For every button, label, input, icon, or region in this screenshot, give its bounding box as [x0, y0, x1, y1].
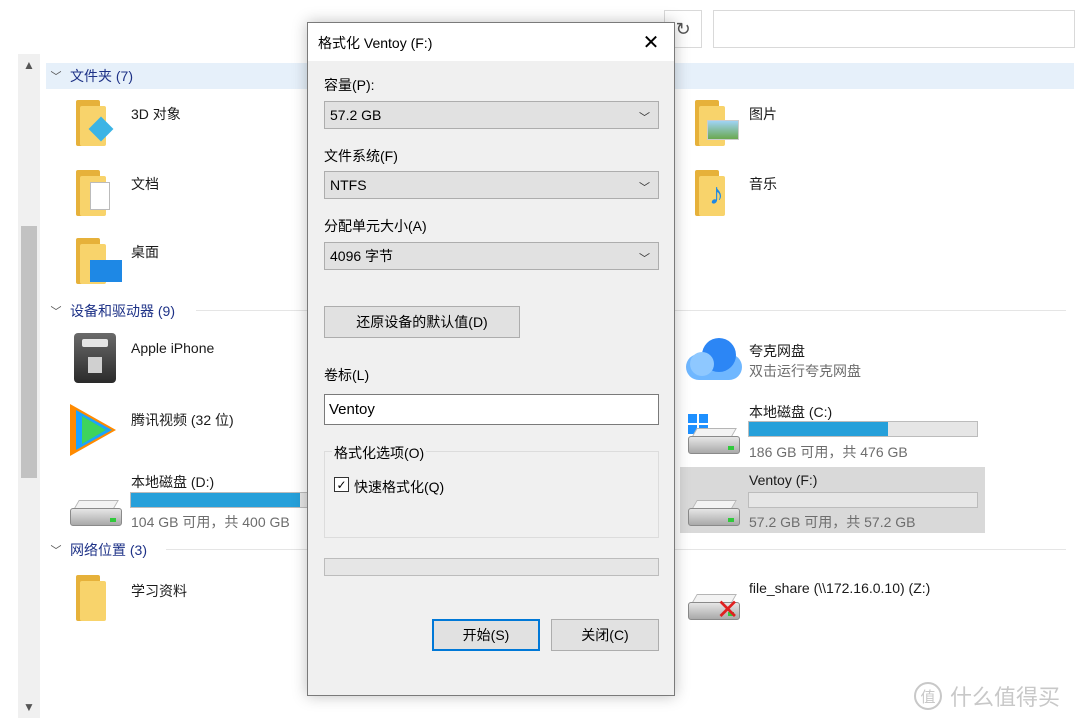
- network-item-label: file_share (\\172.16.0.10) (Z:): [749, 580, 931, 596]
- format-options-label: 格式化选项(O): [332, 443, 427, 463]
- drive-capacity-text: 57.2 GB 可用，共 57.2 GB: [749, 514, 916, 530]
- desktop-folder-icon: [76, 238, 122, 284]
- drive-label: 本地磁盘 (D:): [131, 474, 215, 490]
- scroll-down-arrow-icon[interactable]: ▼: [18, 696, 40, 718]
- iphone-device-icon: [74, 333, 116, 383]
- disconnected-x-icon: ✕: [716, 594, 740, 625]
- device-item-label: Apple iPhone: [131, 340, 215, 356]
- drive-usage-bar: [748, 421, 978, 437]
- chevron-down-icon: ﹀: [639, 112, 650, 124]
- folder-item-label: 桌面: [131, 244, 159, 260]
- allocation-unit-label: 分配单元大小(A): [324, 218, 427, 234]
- group-header-devices-label: 设备和驱动器 (9): [70, 303, 175, 319]
- capacity-select[interactable]: 57.2 GB ﹀: [324, 101, 659, 129]
- format-progress-bar: [324, 558, 659, 576]
- folder-item-label: 音乐: [749, 176, 777, 192]
- chevron-down-icon: ﹀: [639, 253, 650, 265]
- checkmark-icon: ✓: [336, 477, 347, 492]
- cloud-icon: [686, 336, 744, 382]
- hard-drive-icon: [688, 498, 742, 528]
- vertical-scrollbar[interactable]: ▲ ▼: [18, 54, 40, 718]
- folder-item-label: 图片: [749, 106, 777, 122]
- drive-label: 本地磁盘 (C:): [749, 404, 833, 420]
- file-system-value: NTFS: [330, 177, 367, 193]
- group-header-network-label: 网络位置 (3): [70, 542, 147, 558]
- quick-format-label[interactable]: 快速格式化(Q): [354, 477, 444, 497]
- file-system-label: 文件系统(F): [324, 148, 398, 164]
- hard-drive-icon: [70, 498, 124, 528]
- capacity-value: 57.2 GB: [330, 107, 382, 123]
- drive-usage-fill: [131, 493, 300, 507]
- file-system-select[interactable]: NTFS ﹀: [324, 171, 659, 199]
- pictures-folder-icon: [695, 100, 739, 146]
- music-folder-icon: ♪: [695, 170, 729, 216]
- chevron-down-icon[interactable]: ﹀: [46, 303, 66, 319]
- tencent-video-icon: [66, 402, 124, 456]
- close-button[interactable]: 关闭(C): [551, 619, 659, 651]
- hard-drive-icon: [688, 426, 742, 456]
- documents-folder-icon: [76, 170, 110, 216]
- allocation-unit-value: 4096 字节: [330, 248, 394, 264]
- device-item-label: 腾讯视频 (32 位): [131, 412, 234, 428]
- drive-label: Ventoy (F:): [749, 472, 818, 488]
- network-item-label: 学习资料: [131, 583, 187, 599]
- format-dialog: 格式化 Ventoy (F:) ✕ 容量(P): 57.2 GB ﹀ 文件系统(…: [307, 22, 675, 696]
- drive-usage-fill: [749, 422, 889, 436]
- group-header-folders-label: 文件夹 (7): [70, 68, 133, 84]
- drive-usage-bar: [748, 492, 978, 508]
- scroll-thumb[interactable]: [21, 226, 37, 478]
- dialog-title: 格式化 Ventoy (F:): [318, 35, 433, 51]
- quick-format-checkbox[interactable]: ✓: [334, 477, 349, 492]
- chevron-down-icon: ﹀: [639, 182, 650, 194]
- device-item-sublabel: 双击运行夸克网盘: [749, 363, 861, 379]
- allocation-unit-select[interactable]: 4096 字节 ﹀: [324, 242, 659, 270]
- 3d-objects-folder-icon: [76, 100, 114, 146]
- volume-label-value: Ventoy: [329, 401, 375, 418]
- close-icon[interactable]: ✕: [638, 29, 664, 55]
- drive-capacity-text: 104 GB 可用，共 400 GB: [131, 514, 290, 530]
- restore-defaults-button[interactable]: 还原设备的默认值(D): [324, 306, 520, 338]
- volume-label-input[interactable]: Ventoy: [324, 394, 659, 425]
- watermark-logo-icon: 值: [914, 682, 942, 710]
- watermark: 值 什么值得买: [914, 680, 1060, 712]
- watermark-text: 什么值得买: [950, 685, 1061, 710]
- search-input[interactable]: [713, 10, 1075, 48]
- start-button[interactable]: 开始(S): [432, 619, 540, 651]
- folder-item-label: 文档: [131, 176, 159, 192]
- network-folder-icon: [76, 575, 110, 621]
- drive-capacity-text: 186 GB 可用，共 476 GB: [749, 444, 908, 460]
- refresh-icon: ↻: [675, 18, 691, 39]
- volume-label-label: 卷标(L): [324, 367, 370, 383]
- scroll-up-arrow-icon[interactable]: ▲: [18, 54, 40, 76]
- capacity-label: 容量(P):: [324, 77, 375, 93]
- chevron-down-icon[interactable]: ﹀: [46, 68, 66, 84]
- folder-item-label: 3D 对象: [131, 106, 181, 122]
- device-item-label: 夸克网盘: [749, 343, 805, 359]
- dialog-titlebar[interactable]: 格式化 Ventoy (F:) ✕: [308, 23, 674, 61]
- chevron-down-icon[interactable]: ﹀: [46, 542, 66, 558]
